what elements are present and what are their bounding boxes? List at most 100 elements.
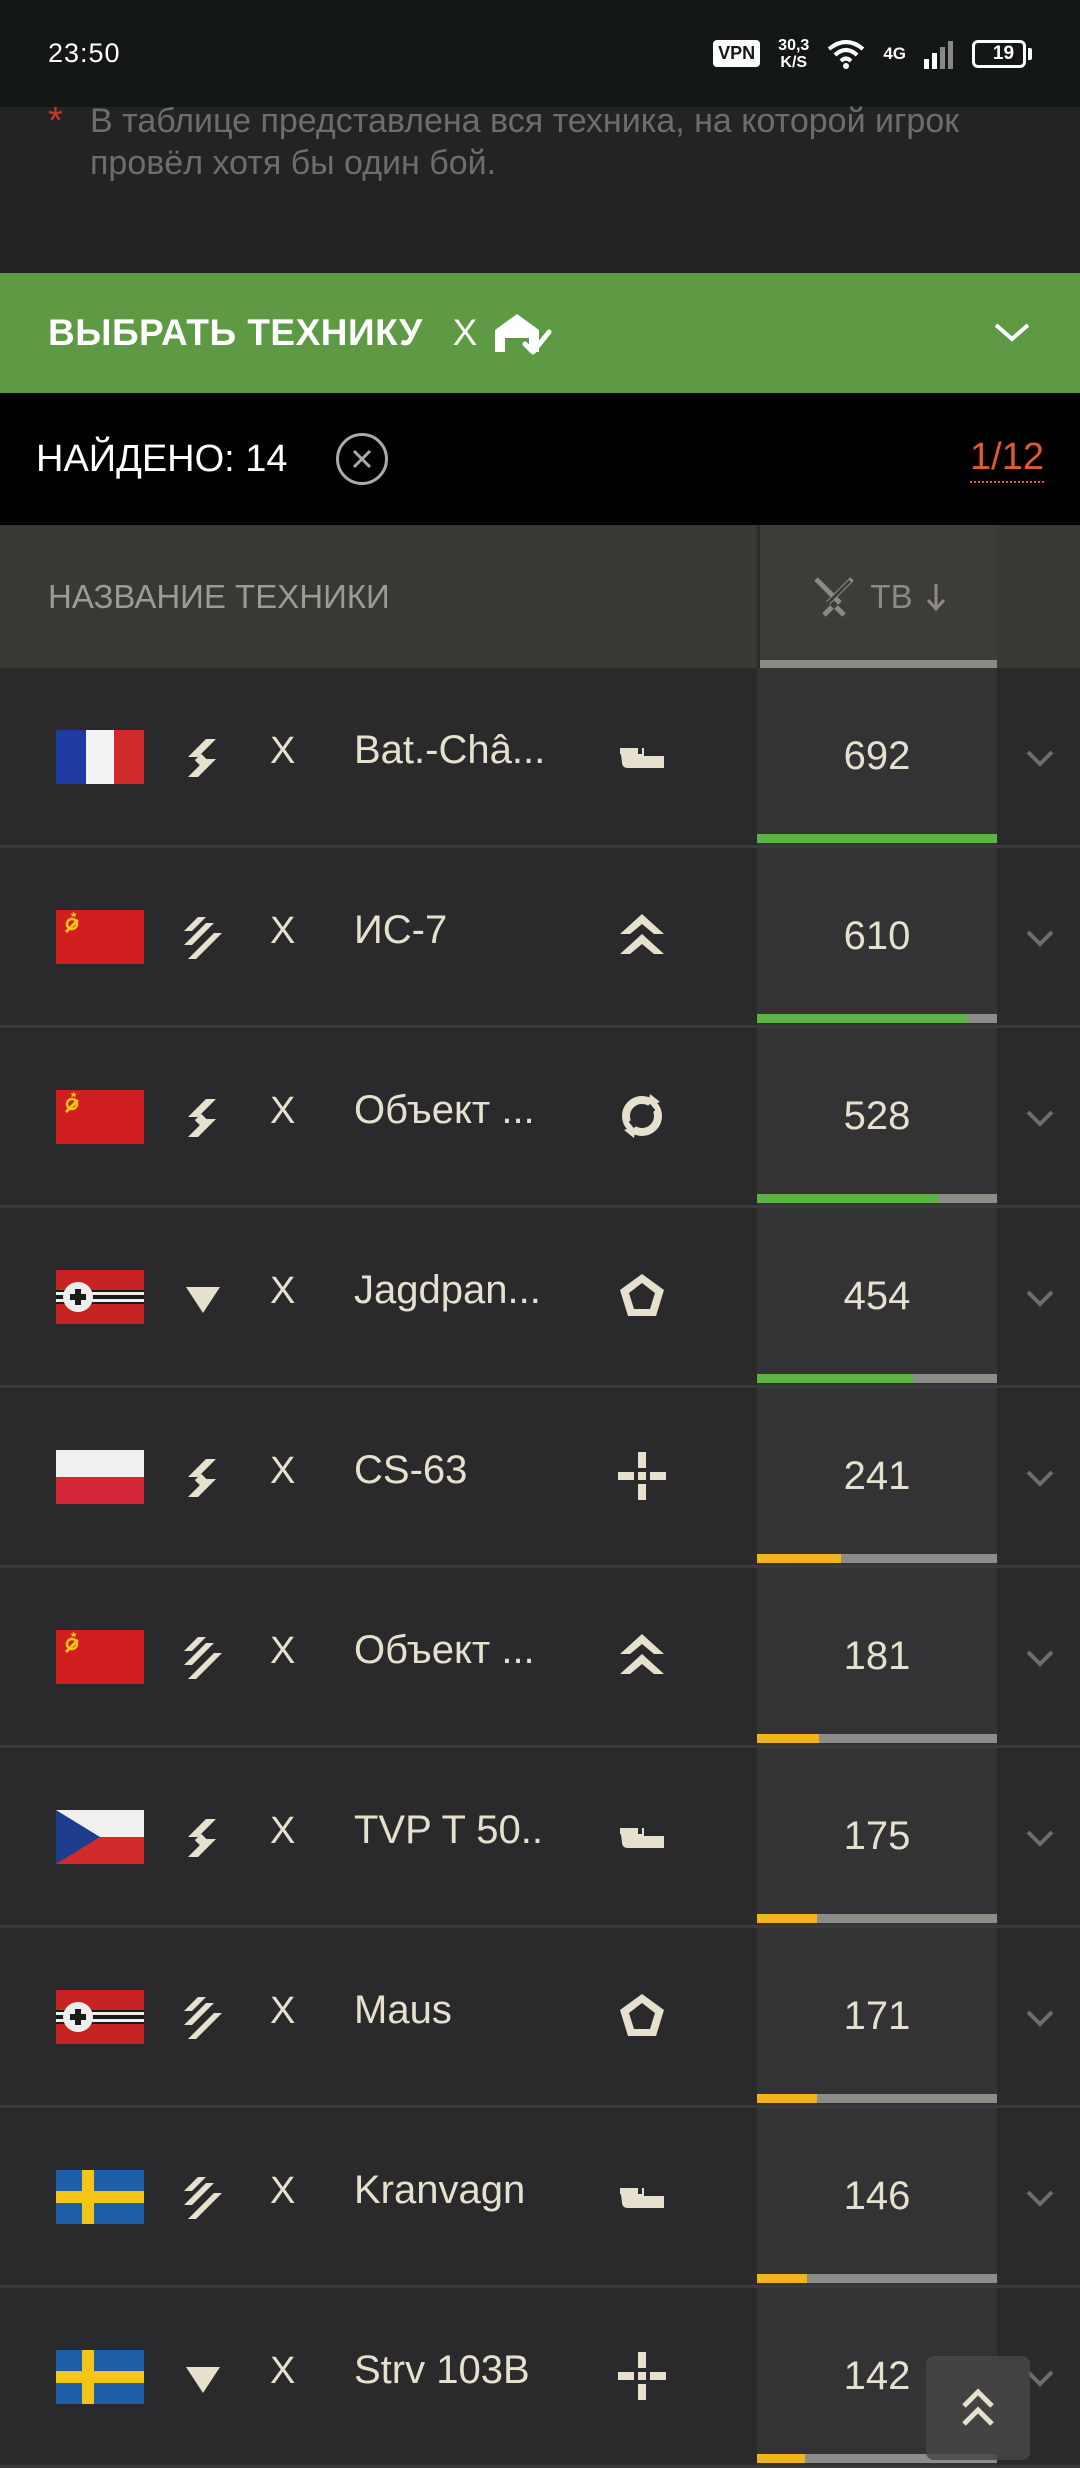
expand-row-button[interactable]: [1020, 1818, 1060, 1858]
table-row[interactable]: X Strv 103B 142: [0, 2288, 1080, 2468]
battles-bar-fill: [757, 1914, 817, 1923]
class-light-tank-icon: [614, 2168, 670, 2224]
battles-bar-fill: [757, 1554, 841, 1563]
vehicle-tier: X: [270, 2170, 296, 2212]
chevron-down-icon: [1020, 2010, 1060, 2042]
table-row[interactable]: X Jagdpan... 454: [0, 1208, 1080, 1388]
table-row[interactable]: X Kranvagn 146: [0, 2108, 1080, 2288]
flag-czech-icon: [56, 1810, 144, 1864]
battles-cell: 171: [757, 1928, 997, 2105]
class-heavy-tank-icon: [614, 1628, 670, 1684]
battles-bar-fill: [757, 1734, 820, 1743]
note-asterisk: *: [48, 100, 63, 142]
sort-indicator-line: [760, 660, 997, 668]
vehicle-tier: X: [270, 730, 296, 772]
class-spg-icon: [614, 2348, 670, 2404]
class-light-tank-icon: [614, 1808, 670, 1864]
vehicle-tier: X: [270, 1990, 296, 2032]
vehicle-name: ИС-7: [354, 908, 448, 952]
results-bar: НАЙДЕНО: 14 1/12: [0, 393, 1080, 525]
note-text: В таблице представлена вся техника, на к…: [90, 102, 960, 182]
battles-bar: [757, 834, 997, 843]
vehicle-name: Jagdpan...: [354, 1268, 541, 1312]
crossed-swords-icon: [814, 576, 855, 617]
expand-row-button[interactable]: [1020, 1998, 1060, 2038]
vehicle-name: TVP T 50...: [354, 1808, 544, 1852]
garage-check-icon: [495, 314, 552, 355]
table-row[interactable]: X CS-63 241: [0, 1388, 1080, 1568]
rank-triple-chevron-icon: [180, 2173, 226, 2223]
battles-cell: 146: [757, 2108, 997, 2285]
table-row[interactable]: X Объект ... 181: [0, 1568, 1080, 1748]
battles-bar-fill: [757, 2274, 808, 2283]
battles-value: 175: [843, 1814, 911, 1858]
table-row[interactable]: X ИС-7 610: [0, 848, 1080, 1028]
rank-triple-chevron-icon: [180, 913, 226, 963]
expand-row-button[interactable]: [1020, 2178, 1060, 2218]
battles-value: 528: [843, 1094, 911, 1138]
battles-value: 610: [843, 914, 911, 958]
chevron-down-icon: [1020, 1650, 1060, 1682]
chevron-down-icon: [1020, 2190, 1060, 2222]
battles-value: 142: [843, 2354, 911, 2398]
table-row[interactable]: X Объект ... 528: [0, 1028, 1080, 1208]
battles-cell: 692: [757, 668, 997, 845]
vehicle-tier: X: [270, 1090, 296, 1132]
expand-row-button[interactable]: [1020, 1278, 1060, 1318]
double-chevron-up-icon: [962, 2388, 994, 2426]
expand-row-button[interactable]: [1020, 1458, 1060, 1498]
page-indicator[interactable]: 1/12: [970, 436, 1044, 483]
chevron-down-icon: [1020, 1830, 1060, 1862]
battles-bar-fill: [757, 2094, 817, 2103]
network-speed-value: 30,3: [778, 36, 810, 54]
select-vehicle-dropdown[interactable]: ВЫБРАТЬ ТЕХНИКУ X: [0, 273, 1080, 393]
flag-france-icon: [56, 730, 144, 784]
battery-level: 19: [992, 42, 1015, 64]
expand-row-button[interactable]: [1020, 1098, 1060, 1138]
chevron-down-icon: [1020, 750, 1060, 782]
table-header: НАЗВАНИЕ ТЕХНИКИ ТВ: [0, 525, 1080, 668]
vehicle-name: Объект ...: [354, 1628, 535, 1672]
flag-poland-icon: [56, 1450, 144, 1504]
battles-value: 171: [843, 1994, 911, 2038]
battles-value: 241: [843, 1454, 911, 1498]
network-speed: 30,3 K/S: [778, 37, 809, 71]
table-row[interactable]: X TVP T 50... 175: [0, 1748, 1080, 1928]
column-header-sort[interactable]: ТВ: [757, 525, 997, 668]
sort-column-label: ТВ: [870, 577, 913, 615]
clear-filter-button[interactable]: [335, 433, 388, 485]
expand-row-button[interactable]: [1020, 738, 1060, 778]
battles-bar: [757, 2094, 997, 2103]
flag-germany-icon: [56, 1270, 144, 1324]
flag-germany-icon: [56, 1990, 144, 2044]
expand-row-button[interactable]: [1020, 918, 1060, 958]
rank-triple-chevron-icon: [180, 1633, 226, 1683]
column-header-name[interactable]: НАЗВАНИЕ ТЕХНИКИ: [0, 578, 756, 616]
vehicle-tier: X: [270, 910, 296, 952]
status-time: 23:50: [48, 38, 121, 68]
chevron-down-icon: [1020, 1290, 1060, 1322]
table-row[interactable]: X Maus 171: [0, 1928, 1080, 2108]
battles-bar: [757, 1014, 997, 1023]
battles-cell: 528: [757, 1028, 997, 1205]
vehicle-tier: X: [270, 1810, 296, 1852]
table-note: * В таблице представлена вся техника, на…: [48, 100, 1048, 184]
battles-bar: [757, 1914, 997, 1923]
vpn-icon: VPN: [713, 40, 761, 67]
vehicle-name: CS-63: [354, 1448, 468, 1492]
battles-cell: 175: [757, 1748, 997, 1925]
table-row[interactable]: X Bat.-Châ... 692: [0, 668, 1080, 848]
expand-row-button[interactable]: [1020, 1638, 1060, 1678]
class-heavy-tank-icon: [614, 908, 670, 964]
class-td-icon: [614, 1988, 670, 2044]
flag-sweden-icon: [56, 2170, 144, 2224]
battles-bar: [757, 1374, 997, 1383]
found-count: НАЙДЕНО: 14: [36, 437, 288, 480]
arrow-down-icon: [926, 583, 945, 611]
scroll-to-top-button[interactable]: [926, 2356, 1030, 2460]
flag-sweden-icon: [56, 2350, 144, 2404]
battles-bar-fill: [757, 1374, 913, 1383]
network-type: 4G: [883, 43, 906, 63]
flag-ussr-icon: [56, 1090, 144, 1144]
flag-ussr-icon: [56, 910, 144, 964]
